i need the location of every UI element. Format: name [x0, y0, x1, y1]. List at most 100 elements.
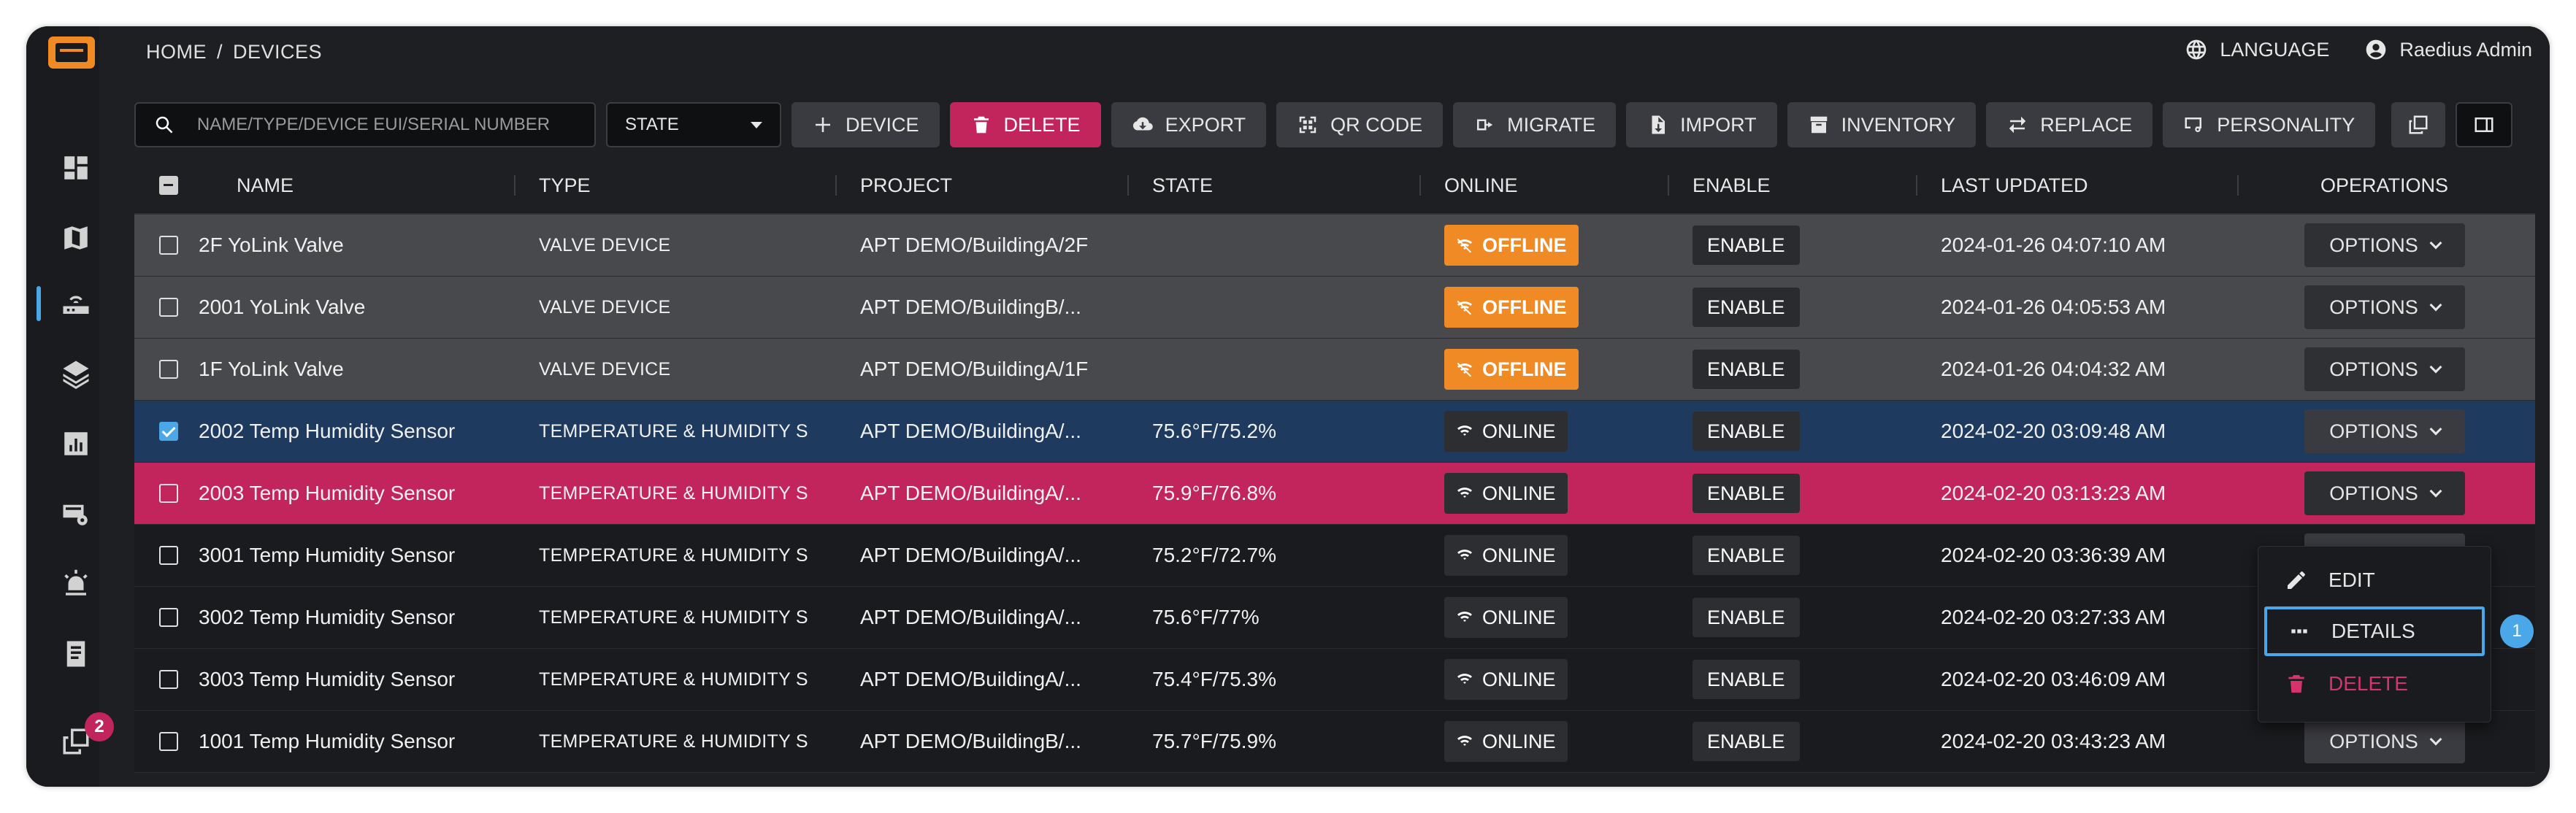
table-row[interactable]: 2001 YoLink Valve VALVE DEVICE APT DEMO/Bu…: [134, 277, 2535, 339]
cloud-download-icon: [1132, 117, 1153, 131]
brand-logo[interactable]: [48, 36, 95, 69]
replace-button[interactable]: REPLACE: [1986, 102, 2153, 147]
alarm-icon[interactable]: [58, 566, 93, 601]
column-divider[interactable]: [1419, 175, 1421, 196]
inventory-button[interactable]: INVENTORY: [1787, 102, 1977, 147]
grid-view-button[interactable]: [2391, 102, 2446, 147]
search-input[interactable]: [195, 114, 577, 136]
enable-chip[interactable]: ENABLE: [1693, 412, 1800, 451]
reports-icon[interactable]: [58, 636, 93, 671]
table-row[interactable]: 3003 Temp Humidity Sensor TEMPERATURE & H…: [134, 649, 2535, 711]
row-checkbox[interactable]: [159, 546, 178, 565]
menu-item-delete[interactable]: DELETE: [2264, 659, 2485, 709]
state-select[interactable]: STATE: [606, 102, 781, 147]
row-checkbox[interactable]: [159, 422, 178, 441]
device-name: 2F YoLink Valve: [199, 234, 344, 256]
online-status-label: OFFLINE: [1482, 358, 1567, 380]
dashboard-icon[interactable]: [58, 150, 93, 185]
column-divider[interactable]: [514, 175, 515, 196]
online-status-label: ONLINE: [1482, 606, 1556, 628]
export-button[interactable]: EXPORT: [1111, 102, 1267, 147]
column-divider[interactable]: [2237, 175, 2239, 196]
options-button[interactable]: OPTIONS: [2304, 223, 2465, 267]
enable-chip[interactable]: ENABLE: [1693, 474, 1800, 513]
row-checkbox[interactable]: [159, 732, 178, 751]
menu-details-label: DETAILS: [2331, 620, 2415, 642]
device-type: TEMPERATURE & HUMIDITY S: [539, 544, 808, 566]
column-divider[interactable]: [1127, 175, 1129, 196]
table-row[interactable]: 1F YoLink Valve VALVE DEVICE APT DEMO/Buil…: [134, 339, 2535, 401]
qr-code-button[interactable]: QR CODE: [1276, 102, 1444, 147]
header-enable[interactable]: ENABLE: [1693, 174, 1771, 197]
personality-button[interactable]: PERSONALITY: [2163, 102, 2376, 147]
last-updated: 2024-02-20 03:09:48 AM: [1941, 420, 2166, 442]
enable-chip[interactable]: ENABLE: [1693, 350, 1800, 389]
header-state[interactable]: STATE: [1152, 174, 1213, 197]
options-button[interactable]: OPTIONS: [2304, 347, 2465, 391]
row-checkbox[interactable]: [159, 298, 178, 317]
device-type: TEMPERATURE & HUMIDITY S: [539, 731, 808, 752]
options-button[interactable]: OPTIONS: [2304, 409, 2465, 453]
enable-chip[interactable]: ENABLE: [1693, 288, 1800, 327]
header-name[interactable]: NAME: [237, 174, 294, 197]
table-row[interactable]: 3001 Temp Humidity Sensor TEMPERATURE & H…: [134, 525, 2535, 587]
options-button[interactable]: OPTIONS: [2304, 720, 2465, 763]
migrate-icon: [1477, 119, 1493, 131]
header-actions: LANGUAGE Raedius Admin: [2185, 38, 2532, 61]
import-button[interactable]: IMPORT: [1626, 102, 1777, 147]
side-panel-button[interactable]: [2456, 102, 2513, 147]
devices-icon[interactable]: [58, 286, 93, 321]
menu-item-edit[interactable]: EDIT: [2264, 555, 2485, 605]
user-menu[interactable]: Raedius Admin: [2364, 38, 2532, 61]
column-divider[interactable]: [1668, 175, 1669, 196]
table-row[interactable]: 3002 Temp Humidity Sensor TEMPERATURE & H…: [134, 587, 2535, 649]
breadcrumb-home[interactable]: HOME: [146, 41, 207, 63]
migrate-button[interactable]: MIGRATE: [1453, 102, 1617, 147]
export-label: EXPORT: [1165, 113, 1246, 136]
enable-chip[interactable]: ENABLE: [1693, 536, 1800, 575]
table-row[interactable]: 2002 Temp Humidity Sensor TEMPERATURE & H…: [134, 401, 2535, 463]
breadcrumb-devices: DEVICES: [233, 41, 323, 63]
caret-down-icon: [751, 121, 762, 128]
row-checkbox[interactable]: [159, 360, 178, 379]
delete-button[interactable]: DELETE: [949, 102, 1101, 147]
select-all-checkbox[interactable]: [159, 176, 178, 195]
last-updated: 2024-01-26 04:07:10 AM: [1941, 234, 2166, 256]
column-divider[interactable]: [1916, 175, 1917, 196]
column-divider[interactable]: [835, 175, 837, 196]
analytics-icon[interactable]: [58, 426, 93, 461]
row-checkbox[interactable]: [159, 608, 178, 627]
inventory-label: INVENTORY: [1841, 113, 1956, 136]
header-project[interactable]: PROJECT: [860, 174, 952, 197]
options-button[interactable]: OPTIONS: [2304, 285, 2465, 329]
enable-chip[interactable]: ENABLE: [1693, 660, 1800, 699]
chevron-down-icon: [2429, 361, 2442, 374]
qr-code-label: QR CODE: [1330, 113, 1423, 136]
table-row[interactable]: 2003 Temp Humidity Sensor TEMPERATURE & H…: [134, 463, 2535, 525]
map-icon[interactable]: [58, 220, 93, 255]
row-checkbox[interactable]: [159, 236, 178, 255]
row-checkbox[interactable]: [159, 484, 178, 503]
row-checkbox[interactable]: [159, 670, 178, 689]
device-type: TEMPERATURE & HUMIDITY S: [539, 668, 808, 690]
enable-chip[interactable]: ENABLE: [1693, 598, 1800, 637]
online-status-label: ONLINE: [1482, 668, 1556, 690]
table-row[interactable]: 1001 Temp Humidity Sensor TEMPERATURE & H…: [134, 711, 2535, 773]
header-online[interactable]: ONLINE: [1444, 174, 1518, 197]
online-status-label: ONLINE: [1482, 420, 1556, 442]
options-button[interactable]: OPTIONS: [2304, 471, 2465, 515]
online-status-label: OFFLINE: [1482, 296, 1567, 318]
language-button[interactable]: LANGUAGE: [2185, 38, 2329, 61]
header-last-updated[interactable]: LAST UPDATED: [1941, 174, 2088, 197]
menu-item-details[interactable]: DETAILS: [2264, 606, 2485, 656]
layers-icon[interactable]: [58, 356, 93, 391]
enable-chip[interactable]: ENABLE: [1693, 226, 1800, 265]
table-row[interactable]: 2F YoLink Valve VALVE DEVICE APT DEMO/Buil…: [134, 215, 2535, 277]
device-state: 75.7°F/75.9%: [1152, 730, 1276, 752]
header-type[interactable]: TYPE: [539, 174, 591, 197]
last-updated: 2024-02-20 03:43:23 AM: [1941, 730, 2166, 752]
device-settings-icon[interactable]: [58, 496, 93, 531]
add-device-button[interactable]: DEVICE: [791, 102, 940, 147]
enable-chip[interactable]: ENABLE: [1693, 722, 1800, 761]
options-label: OPTIONS: [2329, 420, 2418, 442]
